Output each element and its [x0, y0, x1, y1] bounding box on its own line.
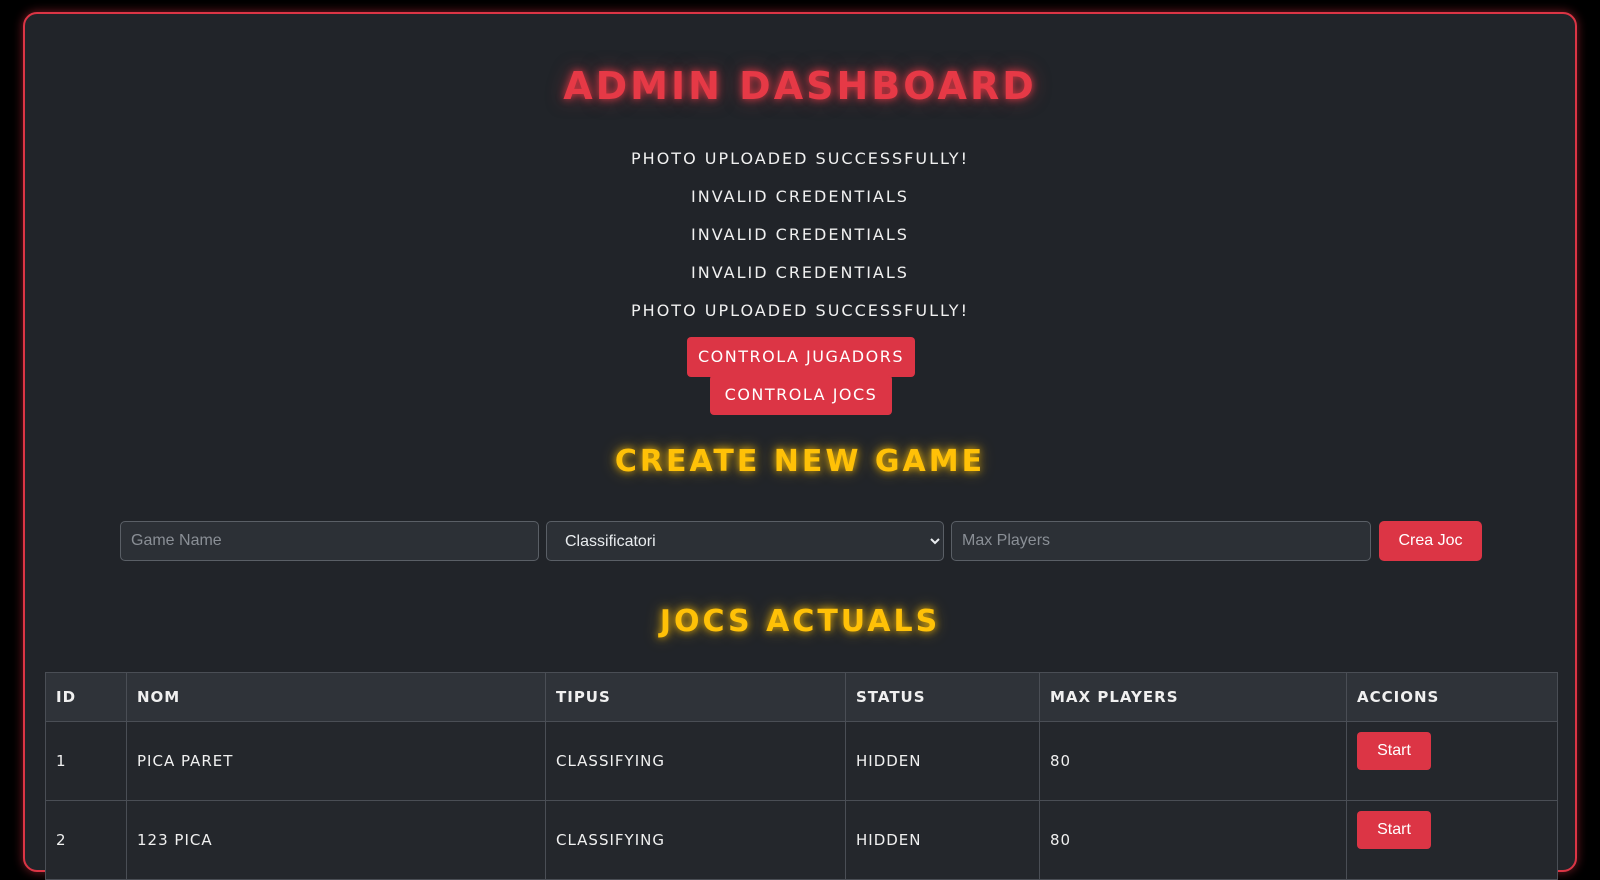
column-header-max-players: Max Players [1039, 672, 1347, 722]
max-players-input[interactable] [951, 521, 1371, 561]
column-header-id: ID [45, 672, 127, 722]
manage-players-button[interactable]: Controla Jugadors [687, 337, 915, 377]
create-game-title: Create New Game [614, 444, 986, 479]
create-game-button[interactable]: Crea Joc [1379, 521, 1482, 561]
current-games-title: Jocs Actuals [659, 604, 941, 639]
flash-message: Photo uploaded successfully! [631, 301, 969, 320]
table-row: 1 Pica Paret Classifying Hidden 80 Start [45, 721, 1558, 801]
column-header-name: Nom [126, 672, 546, 722]
game-type-select[interactable]: Classificatori [546, 521, 944, 561]
games-table: ID Nom Tipus Status Max Players Accions … [45, 672, 1558, 880]
start-game-button[interactable]: Start [1357, 811, 1431, 849]
flash-message: Invalid credentials [691, 225, 909, 244]
column-header-actions: Accions [1346, 672, 1558, 722]
start-game-button[interactable]: Start [1357, 732, 1431, 770]
game-name: Pica Paret [137, 752, 234, 770]
flash-message: Invalid credentials [691, 187, 909, 206]
table-header-row: ID Nom Tipus Status Max Players Accions [45, 672, 1558, 722]
game-type: Classifying [556, 752, 665, 770]
flash-messages: Photo uploaded successfully! Invalid cre… [0, 148, 1600, 338]
game-id: 2 [56, 831, 67, 849]
game-name: 123 Pica [137, 831, 213, 849]
page-title: Admin Dashboard [563, 64, 1037, 108]
game-max-players: 80 [1050, 831, 1072, 849]
game-status: Hidden [856, 752, 922, 770]
manage-games-button[interactable]: Controla Jocs [710, 375, 892, 415]
column-header-type: Tipus [545, 672, 846, 722]
game-name-input[interactable] [120, 521, 539, 561]
column-header-status: Status [845, 672, 1040, 722]
game-max-players: 80 [1050, 752, 1072, 770]
game-type: Classifying [556, 831, 665, 849]
game-status: Hidden [856, 831, 922, 849]
game-id: 1 [56, 752, 67, 770]
flash-message: Photo uploaded successfully! [631, 149, 969, 168]
flash-message: Invalid credentials [691, 263, 909, 282]
table-row: 2 123 Pica Classifying Hidden 80 Start [45, 800, 1558, 880]
